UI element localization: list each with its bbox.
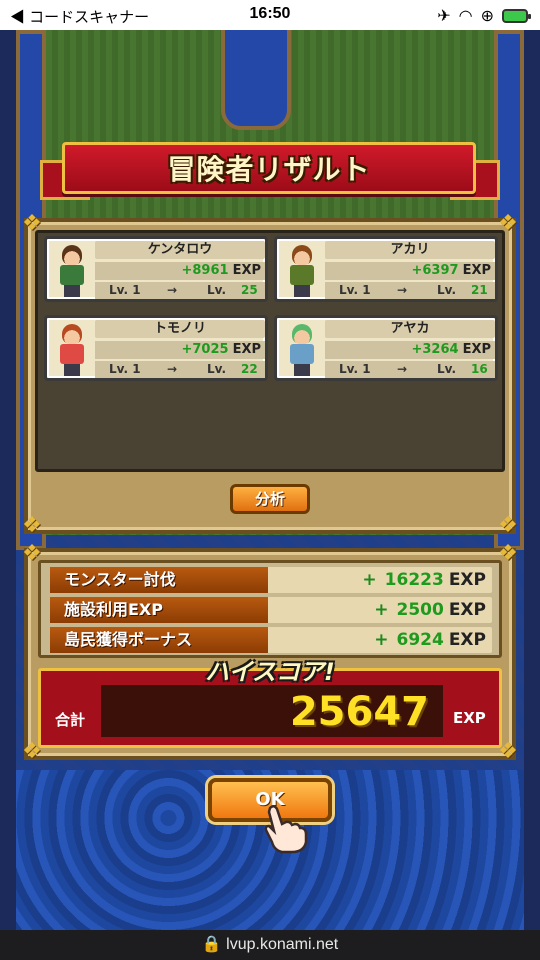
adventurer-level: Lv. 1 → Lv. 16	[325, 361, 495, 378]
score-label: モンスター討伐	[50, 567, 268, 593]
score-value: +16223 EXP	[362, 570, 486, 590]
adventurer-name: トモノリ	[95, 320, 265, 338]
ornament-icon: ❖	[498, 513, 518, 538]
total-field: 25647	[101, 685, 443, 737]
score-label: 施設利用EXP	[50, 597, 268, 623]
adventurer-exp: +6397 EXP	[325, 262, 495, 280]
river-top	[221, 30, 291, 130]
highscore-badge: ハイスコア!	[205, 658, 335, 686]
analyze-button[interactable]: 分析	[230, 484, 310, 514]
battery-icon	[502, 9, 531, 23]
adventurer-card: アヤカ +3264 EXP Lv. 1 → Lv. 16	[274, 315, 498, 381]
adventurer-avatar	[57, 245, 87, 297]
adventurer-card: アカリ +6397 EXP Lv. 1 → Lv. 21	[274, 236, 498, 302]
score-row-monster: モンスター討伐 +16223 EXP	[50, 567, 492, 593]
page-title: 冒険者リザルト	[167, 153, 371, 186]
adventurer-name: アヤカ	[325, 320, 495, 338]
adventurer-avatar	[287, 324, 317, 376]
adventurer-avatar	[57, 324, 87, 376]
adventurer-exp: +8961 EXP	[95, 262, 265, 280]
score-row-bonus: 島民獲得ボーナス +6924 EXP	[50, 627, 492, 653]
adventurer-card: ケンタロウ +8961 EXP Lv. 1 → Lv. 25	[44, 236, 268, 302]
adventurer-level: Lv. 1 → Lv. 21	[325, 282, 495, 299]
wifi-icon: ◠	[458, 8, 473, 25]
adventurer-name: アカリ	[325, 241, 495, 259]
rotation-lock-icon: ⊕	[480, 8, 494, 25]
adventurer-name: ケンタロウ	[95, 241, 265, 259]
url-bar: 🔒 lvup.konami.net	[0, 930, 540, 960]
total-value: 25647	[289, 689, 429, 735]
adventurer-level: Lv. 1 → Lv. 25	[95, 282, 265, 299]
adventurer-avatar	[287, 245, 317, 297]
total-label: 合計	[55, 711, 86, 729]
ornament-icon: ❖	[22, 513, 42, 538]
score-value: +6924 EXP	[374, 630, 486, 650]
status-icons: ✈ ◠ ⊕	[437, 6, 531, 26]
score-label: 島民獲得ボーナス	[50, 627, 268, 653]
airplane-icon: ✈	[437, 8, 451, 25]
adventurer-exp: +7025 EXP	[95, 341, 265, 359]
status-bar: ◀ コードスキャナー 16:50 ✈ ◠ ⊕	[0, 0, 540, 30]
score-row-facility: 施設利用EXP +2500 EXP	[50, 597, 492, 623]
adventurer-exp: +3264 EXP	[325, 341, 495, 359]
adventurer-card: トモノリ +7025 EXP Lv. 1 → Lv. 22	[44, 315, 268, 381]
adventurer-level: Lv. 1 → Lv. 22	[95, 361, 265, 378]
score-value: +2500 EXP	[374, 600, 486, 620]
total-unit: EXP	[453, 709, 486, 727]
pointing-hand-icon	[264, 805, 308, 854]
